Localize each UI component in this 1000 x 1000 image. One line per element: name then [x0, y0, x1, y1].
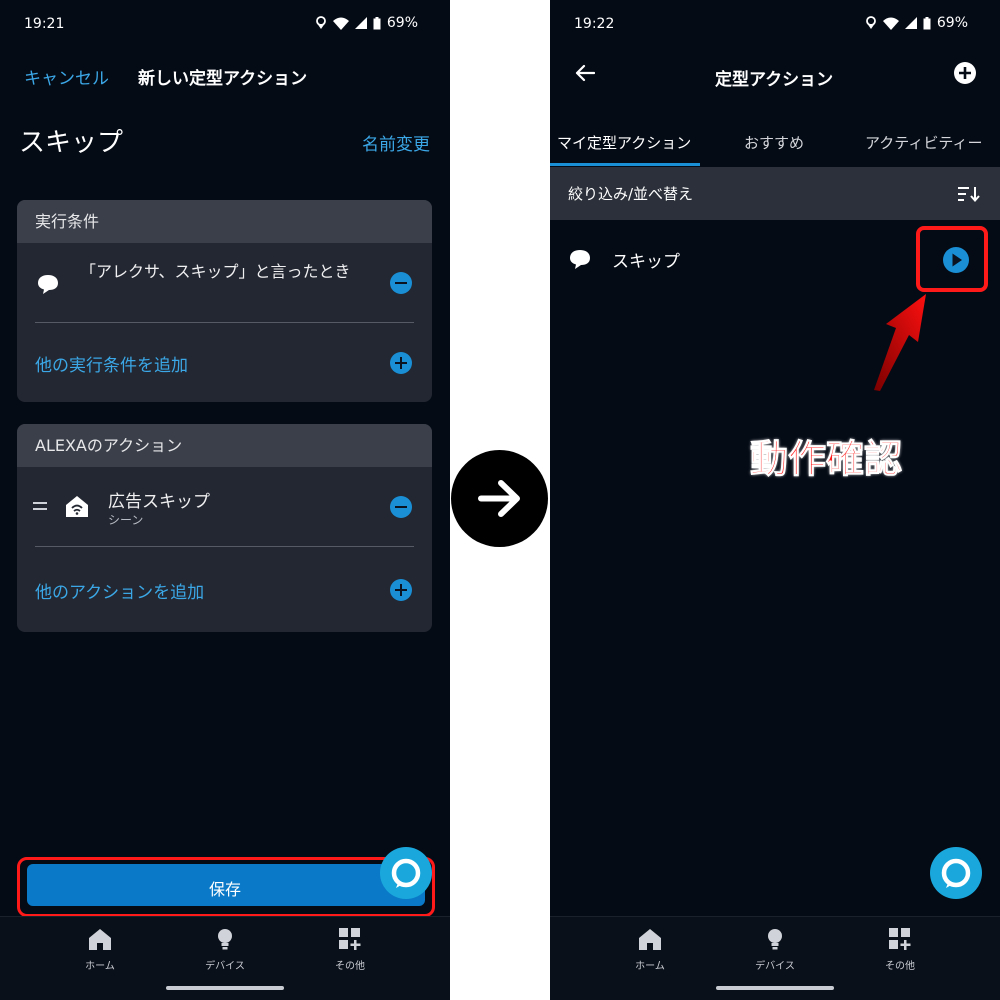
- nav-devices[interactable]: デバイス: [735, 927, 815, 972]
- conditions-card: 実行条件 「アレクサ、スキップ」と言ったとき 他の実行条件を追加: [17, 200, 432, 402]
- home-indicator: [716, 986, 834, 990]
- location-icon: [315, 16, 326, 29]
- add-condition-icon[interactable]: [390, 352, 412, 374]
- actions-card: ALEXAのアクション 広告スキップ シーン 他のアクションを追加: [17, 424, 432, 632]
- home-indicator: [166, 986, 284, 990]
- nav-more-label: その他: [885, 961, 915, 972]
- highlight-box: [17, 857, 435, 917]
- drag-handle-icon[interactable]: [33, 501, 47, 511]
- signal-icon: [354, 17, 367, 29]
- annotation-label: 動作確認: [749, 437, 903, 482]
- status-bar: 19:22 69%: [550, 0, 1000, 48]
- signal-icon: [904, 17, 917, 29]
- nav-devices-label: デバイス: [755, 961, 795, 972]
- nav-home[interactable]: ホーム: [610, 927, 690, 972]
- nav-home[interactable]: ホーム: [60, 927, 140, 972]
- lightbulb-icon: [768, 929, 782, 950]
- tab-my-routines[interactable]: マイ定型アクション: [557, 132, 691, 153]
- grid-plus-icon: [889, 928, 911, 950]
- battery-icon: [923, 16, 931, 29]
- conditions-header: 実行条件: [17, 200, 432, 243]
- nav-more-label: その他: [335, 961, 365, 972]
- nav-more[interactable]: その他: [860, 927, 940, 972]
- add-condition-button[interactable]: 他の実行条件を追加: [35, 351, 188, 376]
- nav-home-label: ホーム: [85, 961, 115, 972]
- wifi-icon: [882, 17, 899, 30]
- nav-home-label: ホーム: [635, 961, 665, 972]
- condition-item[interactable]: 「アレクサ、スキップ」と言ったとき: [80, 260, 365, 283]
- divider: [35, 546, 414, 547]
- tab-recommended[interactable]: おすすめ: [744, 132, 804, 153]
- lightbulb-icon: [218, 929, 232, 950]
- tab-activity[interactable]: アクティビティー: [865, 132, 982, 153]
- battery-level: 69%: [936, 15, 968, 31]
- highlight-box: [916, 226, 988, 292]
- grid-plus-icon: [339, 928, 361, 950]
- add-action-icon[interactable]: [390, 579, 412, 601]
- nav-devices[interactable]: デバイス: [185, 927, 265, 972]
- filter-bar[interactable]: 絞り込み/並べ替え: [550, 167, 1000, 220]
- tab-bar: マイ定型アクション おすすめ アクティビティー: [550, 118, 1000, 166]
- routine-name: スキップ: [19, 128, 124, 158]
- action-title[interactable]: 広告スキップ: [108, 487, 210, 512]
- annotation-arrow: [874, 294, 926, 391]
- action-subtitle: シーン: [108, 513, 144, 527]
- page-title: 新しい定型アクション: [138, 69, 308, 89]
- alexa-icon[interactable]: [930, 847, 982, 899]
- left-screen: 19:21 69% キャンセル 新しい定型アクション スキップ 名前変更 実行条…: [0, 0, 450, 1000]
- status-time: 19:21: [24, 16, 65, 32]
- add-icon[interactable]: [954, 62, 976, 84]
- home-icon: [89, 929, 111, 950]
- status-time: 19:22: [574, 16, 615, 32]
- nav-more[interactable]: その他: [310, 927, 390, 972]
- status-bar: 19:21 69%: [0, 0, 450, 48]
- remove-condition-button[interactable]: [390, 272, 412, 294]
- bottom-nav: ホーム デバイス その他: [0, 916, 450, 1000]
- tab-indicator: [550, 163, 700, 166]
- home-scene-icon: [66, 496, 88, 517]
- arrow-right-icon: [451, 450, 548, 547]
- speech-bubble-icon: [570, 250, 590, 269]
- add-action-button[interactable]: 他のアクションを追加: [35, 578, 204, 603]
- rename-button[interactable]: 名前変更: [362, 130, 430, 155]
- filter-label: 絞り込み/並べ替え: [568, 185, 694, 203]
- bottom-nav: ホーム デバイス その他: [550, 916, 1000, 1000]
- routine-item[interactable]: スキップ: [612, 247, 680, 272]
- battery-icon: [373, 16, 381, 29]
- location-icon: [865, 16, 876, 29]
- remove-action-button[interactable]: [390, 496, 412, 518]
- back-arrow-icon[interactable]: [575, 64, 595, 82]
- alexa-icon[interactable]: [380, 847, 432, 899]
- battery-level: 69%: [386, 15, 418, 31]
- home-icon: [639, 929, 661, 950]
- page-title: 定型アクション: [715, 70, 834, 90]
- speech-bubble-icon: [38, 275, 58, 294]
- divider: [35, 322, 414, 323]
- sort-icon[interactable]: [958, 186, 980, 202]
- nav-devices-label: デバイス: [205, 961, 245, 972]
- right-screen: 19:22 69% 定型アクション マイ定型アクション おすすめ アクティビティ…: [550, 0, 1000, 1000]
- actions-header: ALEXAのアクション: [17, 424, 432, 467]
- wifi-icon: [332, 17, 349, 30]
- cancel-button[interactable]: キャンセル: [24, 64, 109, 89]
